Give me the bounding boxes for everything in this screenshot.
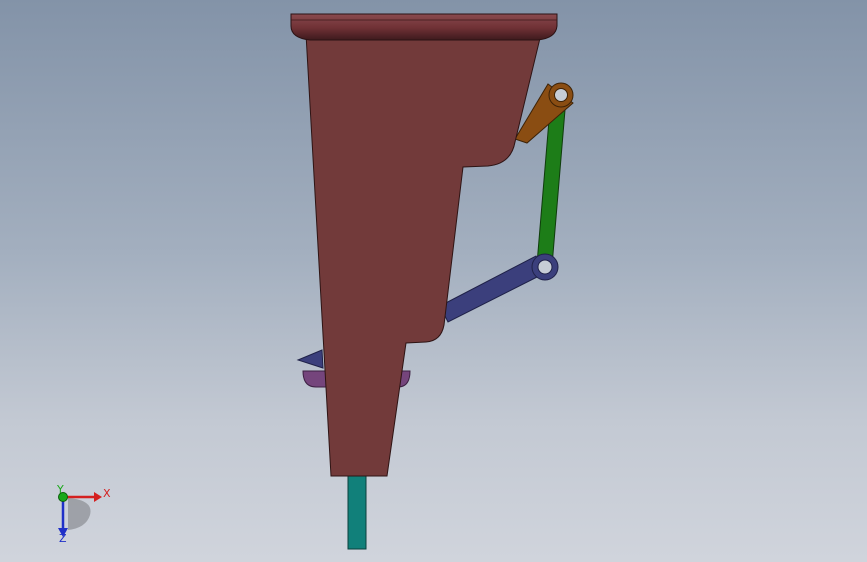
lower-pivot-hole	[537, 259, 553, 275]
model-viewport[interactable]	[0, 0, 867, 562]
navy-link[interactable]	[439, 255, 546, 323]
nozzle-rod[interactable]	[347, 475, 367, 550]
top-cap[interactable]	[290, 13, 558, 41]
pointer-fin[interactable]	[296, 349, 324, 369]
handle-body[interactable]	[305, 33, 542, 477]
upper-pivot-hole	[554, 88, 568, 102]
